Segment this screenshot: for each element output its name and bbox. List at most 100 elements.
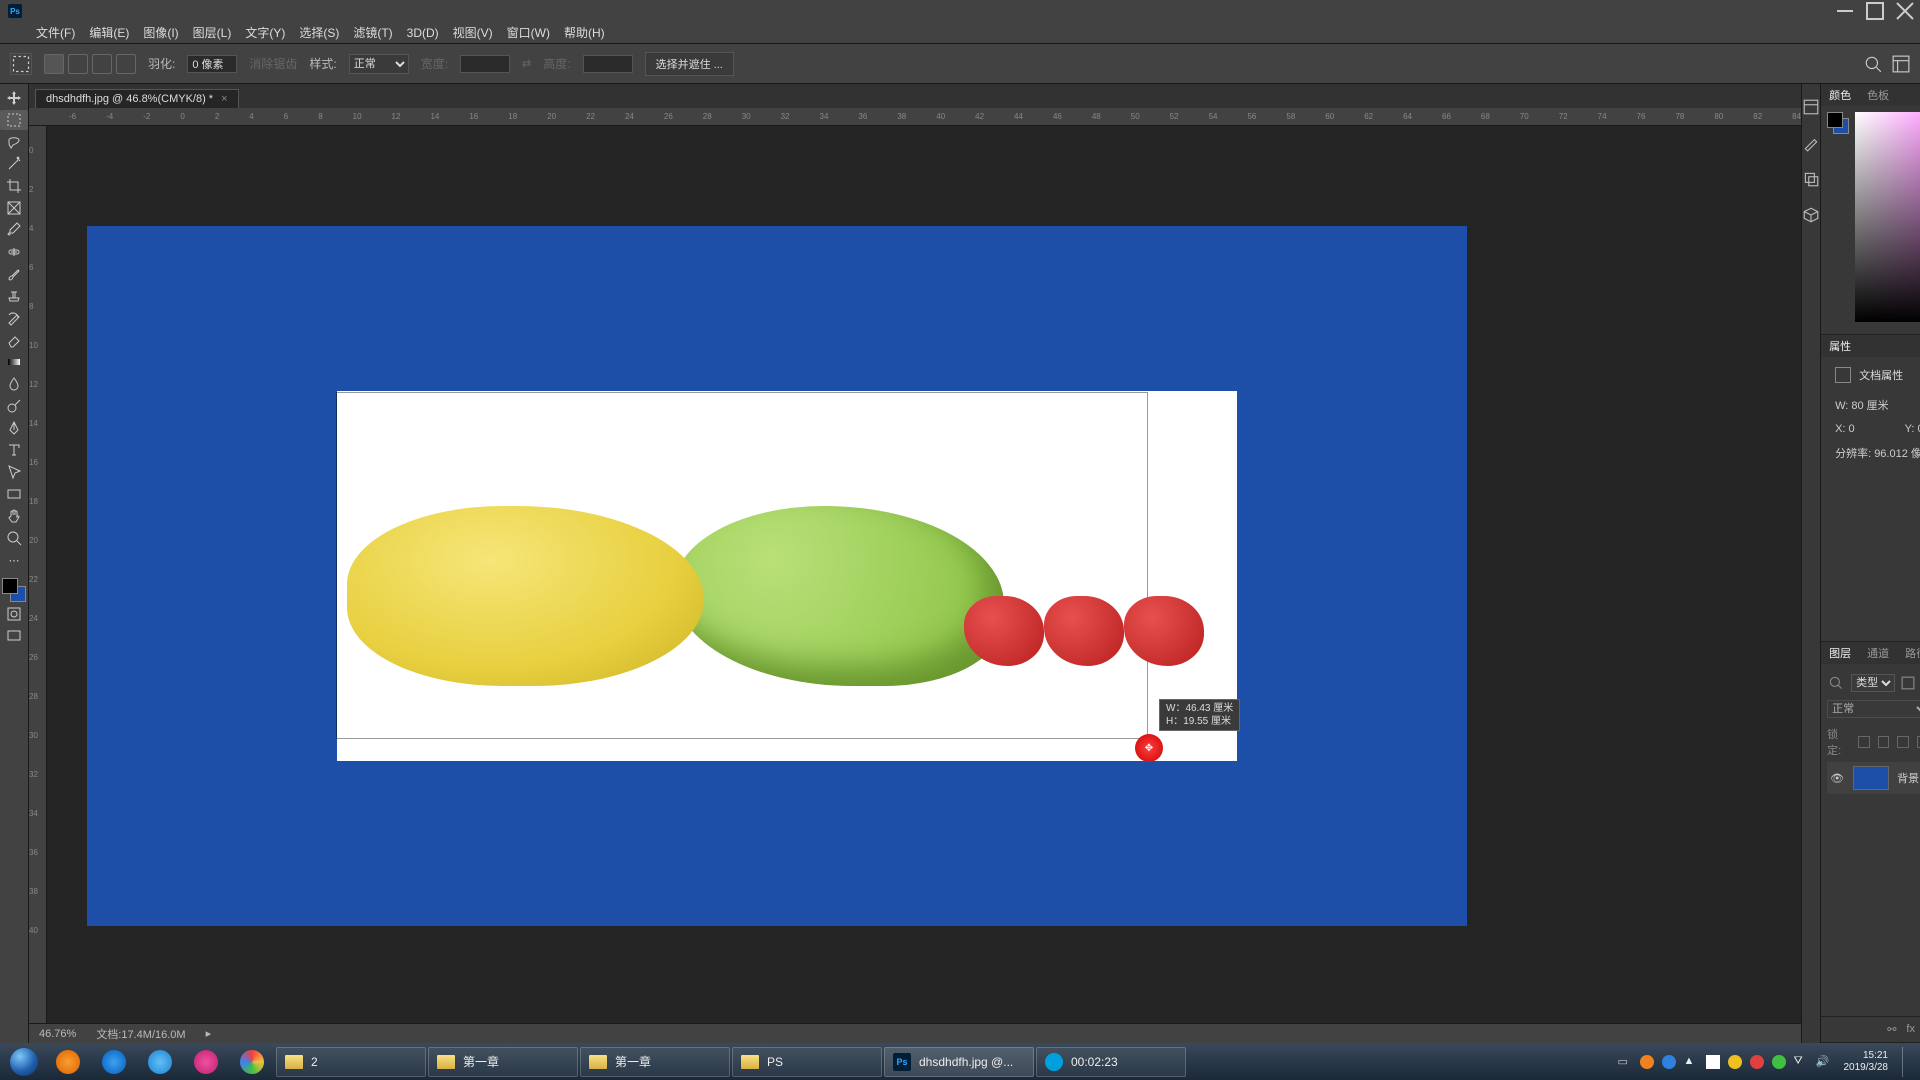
tray-icon-6[interactable] (1772, 1055, 1786, 1069)
marquee-tool[interactable] (0, 110, 28, 130)
taskbar-folder-2[interactable]: 第一章 (428, 1047, 578, 1077)
minimize-button[interactable] (1830, 1, 1860, 21)
tray-icon-5[interactable] (1750, 1055, 1764, 1069)
close-button[interactable] (1890, 1, 1920, 21)
maximize-button[interactable] (1860, 1, 1890, 21)
edit-toolbar-icon[interactable]: ⋯ (0, 550, 28, 570)
layer-visibility-icon[interactable]: 👁 (1829, 772, 1845, 785)
tray-desktop-icon[interactable]: ▭ (1618, 1055, 1632, 1069)
selection-subtract-icon[interactable] (92, 54, 112, 74)
tray-volume-icon[interactable]: 🔊 (1816, 1055, 1830, 1069)
layer-search-icon[interactable] (1827, 674, 1845, 692)
menu-edit[interactable]: 编辑(E) (89, 24, 129, 41)
layer-fx-icon[interactable]: fx (1906, 1023, 1915, 1036)
tray-network-icon[interactable]: ⛛ (1794, 1055, 1808, 1069)
filter-pixel-icon[interactable] (1901, 676, 1915, 690)
screen-mode-icon[interactable] (0, 626, 28, 646)
blur-tool[interactable] (0, 374, 28, 394)
lock-nested-icon[interactable] (1917, 736, 1920, 748)
taskbar-app-3[interactable] (138, 1047, 182, 1077)
move-tool[interactable] (0, 88, 28, 108)
history-panel-icon[interactable] (1802, 98, 1820, 116)
layers-tab[interactable]: 图层 (1829, 645, 1851, 661)
layer-row-background[interactable]: 👁 背景 🔒 (1827, 762, 1920, 794)
horizontal-ruler[interactable]: -6-4-20246810121416182022242628303234363… (29, 108, 1801, 126)
color-swatch[interactable] (2, 578, 26, 602)
menu-type[interactable]: 文字(Y) (245, 24, 285, 41)
canvas-area[interactable]: W：46.43 厘米H：19.55 厘米 ✥ (47, 126, 1801, 1023)
tray-icon-1[interactable] (1640, 1055, 1654, 1069)
gradient-tool[interactable] (0, 352, 28, 372)
vertical-ruler[interactable]: 0246810121416182022242628303234363840 (29, 126, 47, 1023)
show-desktop-button[interactable] (1902, 1047, 1912, 1077)
menu-3d[interactable]: 3D(D) (407, 26, 439, 40)
path-select-tool[interactable] (0, 462, 28, 482)
taskbar-app-2[interactable] (92, 1047, 136, 1077)
taskbar-app-5[interactable] (230, 1047, 274, 1077)
link-layers-icon[interactable]: ⚯ (1887, 1023, 1896, 1036)
selection-intersect-icon[interactable] (116, 54, 136, 74)
quick-mask-icon[interactable] (0, 604, 28, 624)
color-tab[interactable]: 颜色 (1829, 87, 1851, 103)
selection-new-icon[interactable] (44, 54, 64, 74)
menu-select[interactable]: 选择(S) (299, 24, 339, 41)
menu-view[interactable]: 视图(V) (453, 24, 493, 41)
menu-layer[interactable]: 图层(L) (193, 24, 232, 41)
menu-window[interactable]: 窗口(W) (507, 24, 550, 41)
eyedropper-tool[interactable] (0, 220, 28, 240)
taskbar-folder-4[interactable]: PS (732, 1047, 882, 1077)
zoom-tool[interactable] (0, 528, 28, 548)
zoom-level[interactable]: 46.76% (39, 1028, 76, 1040)
marquee-preset-icon[interactable] (10, 53, 32, 75)
feather-input[interactable] (187, 55, 237, 73)
channels-tab[interactable]: 通道 (1867, 645, 1889, 661)
swatches-tab[interactable]: 色板 (1867, 87, 1889, 103)
lasso-tool[interactable] (0, 132, 28, 152)
clone-panel-icon[interactable] (1802, 170, 1820, 188)
tray-icon-3[interactable]: ▲ (1684, 1055, 1698, 1069)
rectangle-tool[interactable] (0, 484, 28, 504)
search-icon[interactable] (1864, 55, 1882, 73)
tray-icon-2[interactable] (1662, 1055, 1676, 1069)
status-arrow-icon[interactable]: ▸ (206, 1027, 212, 1040)
brush-panel-icon[interactable] (1802, 134, 1820, 152)
workspace-icon[interactable] (1892, 55, 1910, 73)
healing-brush-tool[interactable] (0, 242, 28, 262)
layer-filter-select[interactable]: 类型 (1851, 674, 1895, 692)
tray-flag-icon[interactable] (1706, 1055, 1720, 1069)
lock-position-icon[interactable] (1878, 736, 1889, 748)
style-select[interactable]: 正常 (349, 54, 409, 74)
tray-clock[interactable]: 15:212019/3/28 (1838, 1050, 1895, 1074)
brush-tool[interactable] (0, 264, 28, 284)
taskbar-recorder[interactable]: 00:02:23 (1036, 1047, 1186, 1077)
selection-add-icon[interactable] (68, 54, 88, 74)
tab-close-icon[interactable]: × (221, 93, 227, 105)
frame-tool[interactable] (0, 198, 28, 218)
menu-file[interactable]: 文件(F) (36, 24, 75, 41)
layer-name[interactable]: 背景 (1897, 770, 1919, 786)
taskbar-folder-1[interactable]: 2 (276, 1047, 426, 1077)
color-field[interactable] (1855, 112, 1920, 322)
dodge-tool[interactable] (0, 396, 28, 416)
package-panel-icon[interactable] (1802, 206, 1820, 224)
start-button[interactable] (4, 1046, 44, 1078)
doc-size[interactable]: 文档:17.4M/16.0M (96, 1026, 185, 1042)
properties-tab[interactable]: 属性 (1829, 338, 1851, 354)
paths-tab[interactable]: 路径 (1905, 645, 1920, 661)
color-panel-swatch[interactable] (1827, 112, 1849, 134)
crop-tool[interactable] (0, 176, 28, 196)
select-and-mask-button[interactable]: 选择并遮住 ... (645, 52, 734, 76)
pen-tool[interactable] (0, 418, 28, 438)
history-brush-tool[interactable] (0, 308, 28, 328)
taskbar-folder-3[interactable]: 第一章 (580, 1047, 730, 1077)
menu-image[interactable]: 图像(I) (143, 24, 178, 41)
hand-tool[interactable] (0, 506, 28, 526)
eraser-tool[interactable] (0, 330, 28, 350)
lock-pixels-icon[interactable] (1858, 736, 1869, 748)
document-tab[interactable]: dhsdhdfh.jpg @ 46.8%(CMYK/8) * × (35, 89, 239, 108)
magic-wand-tool[interactable] (0, 154, 28, 174)
taskbar-app-1[interactable] (46, 1047, 90, 1077)
menu-filter[interactable]: 滤镜(T) (353, 24, 392, 41)
tray-icon-4[interactable] (1728, 1055, 1742, 1069)
layer-thumbnail[interactable] (1853, 766, 1889, 790)
